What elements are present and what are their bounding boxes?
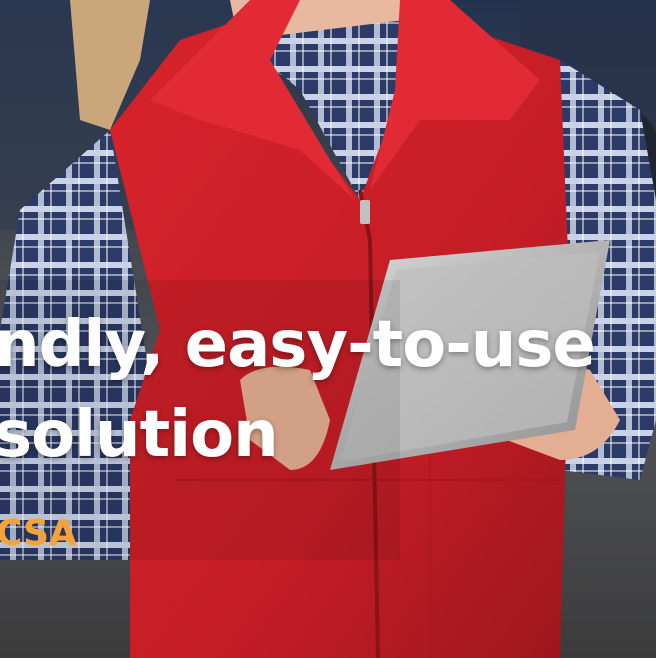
headline-line-2: solution <box>0 398 279 472</box>
brand-logo-text: CSA <box>0 513 77 554</box>
headline-line-1: ndly, easy-to-use <box>0 308 596 382</box>
headline: ndly, easy-to-use solution <box>0 300 596 480</box>
hero-banner: ndly, easy-to-use solution CSA <box>0 0 656 658</box>
